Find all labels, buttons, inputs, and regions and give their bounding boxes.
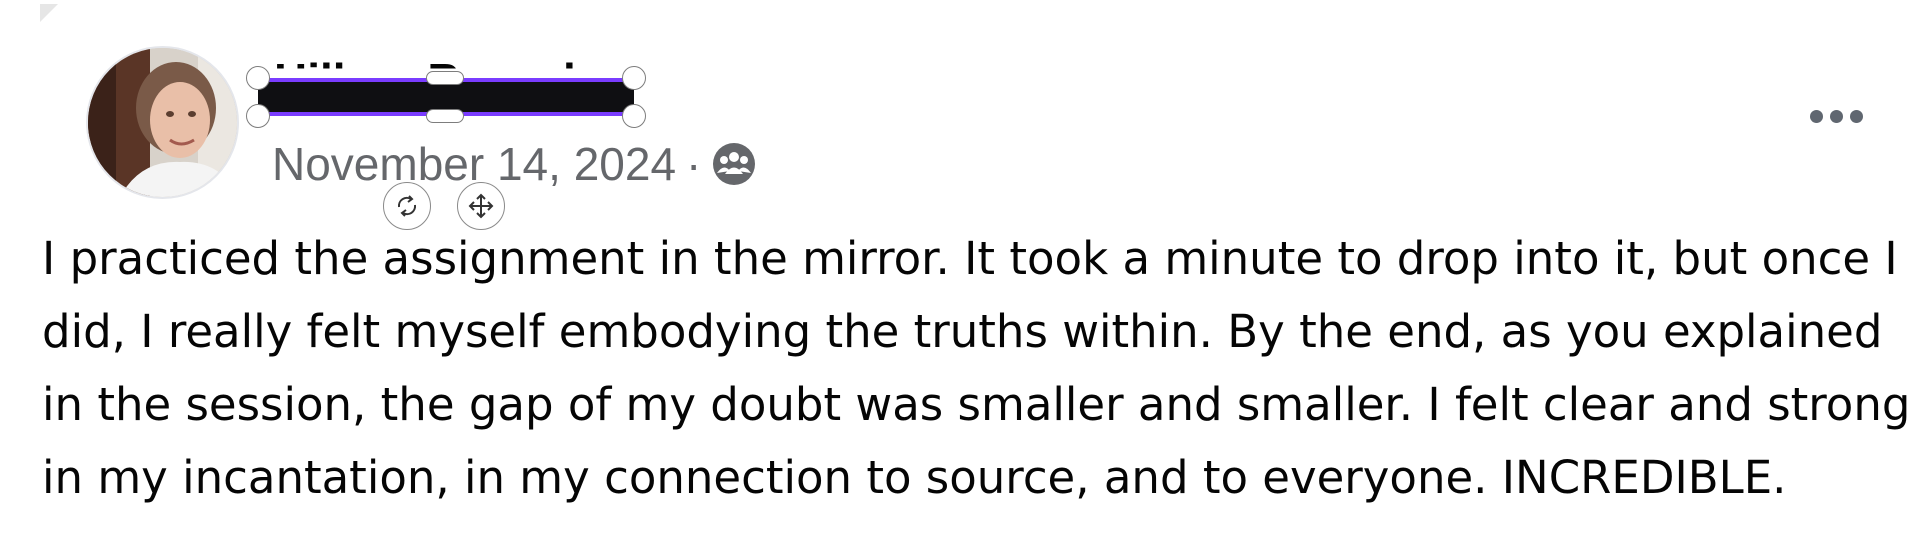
author-name-region[interactable]: Hillary Bessel — [246, 46, 646, 146]
rotate-icon — [397, 195, 417, 217]
post-meta: November 14, 2024 · — [272, 138, 757, 190]
resize-handle-bottom-left[interactable] — [246, 104, 270, 128]
meta-separator: · — [686, 138, 702, 190]
resize-handle-bottom-right[interactable] — [622, 104, 646, 128]
post-body: I practiced the assignment in the mirror… — [42, 222, 1922, 514]
resize-handle-top-middle[interactable] — [426, 71, 464, 85]
resize-handle-top-right[interactable] — [622, 66, 646, 90]
avatar[interactable] — [86, 46, 239, 199]
post-body-line: in the session, the gap of my doubt was … — [42, 378, 1911, 431]
resize-handle-top-left[interactable] — [246, 66, 270, 90]
group-icon[interactable] — [711, 141, 757, 187]
more-horizontal-icon — [1829, 109, 1843, 123]
move-icon — [468, 193, 494, 219]
more-horizontal-icon — [1809, 109, 1823, 123]
resize-handle-bottom-middle[interactable] — [426, 109, 464, 123]
corner-marker — [40, 4, 58, 22]
more-options-button[interactable] — [1800, 100, 1872, 132]
more-horizontal-icon — [1849, 109, 1863, 123]
post-body-line: in my incantation, in my connection to s… — [42, 451, 1787, 504]
avatar-photo — [88, 48, 237, 197]
post-body-line: I practiced the assignment in the mirror… — [42, 232, 1898, 285]
post-body-line: did, I really felt myself embodying the … — [42, 305, 1883, 358]
